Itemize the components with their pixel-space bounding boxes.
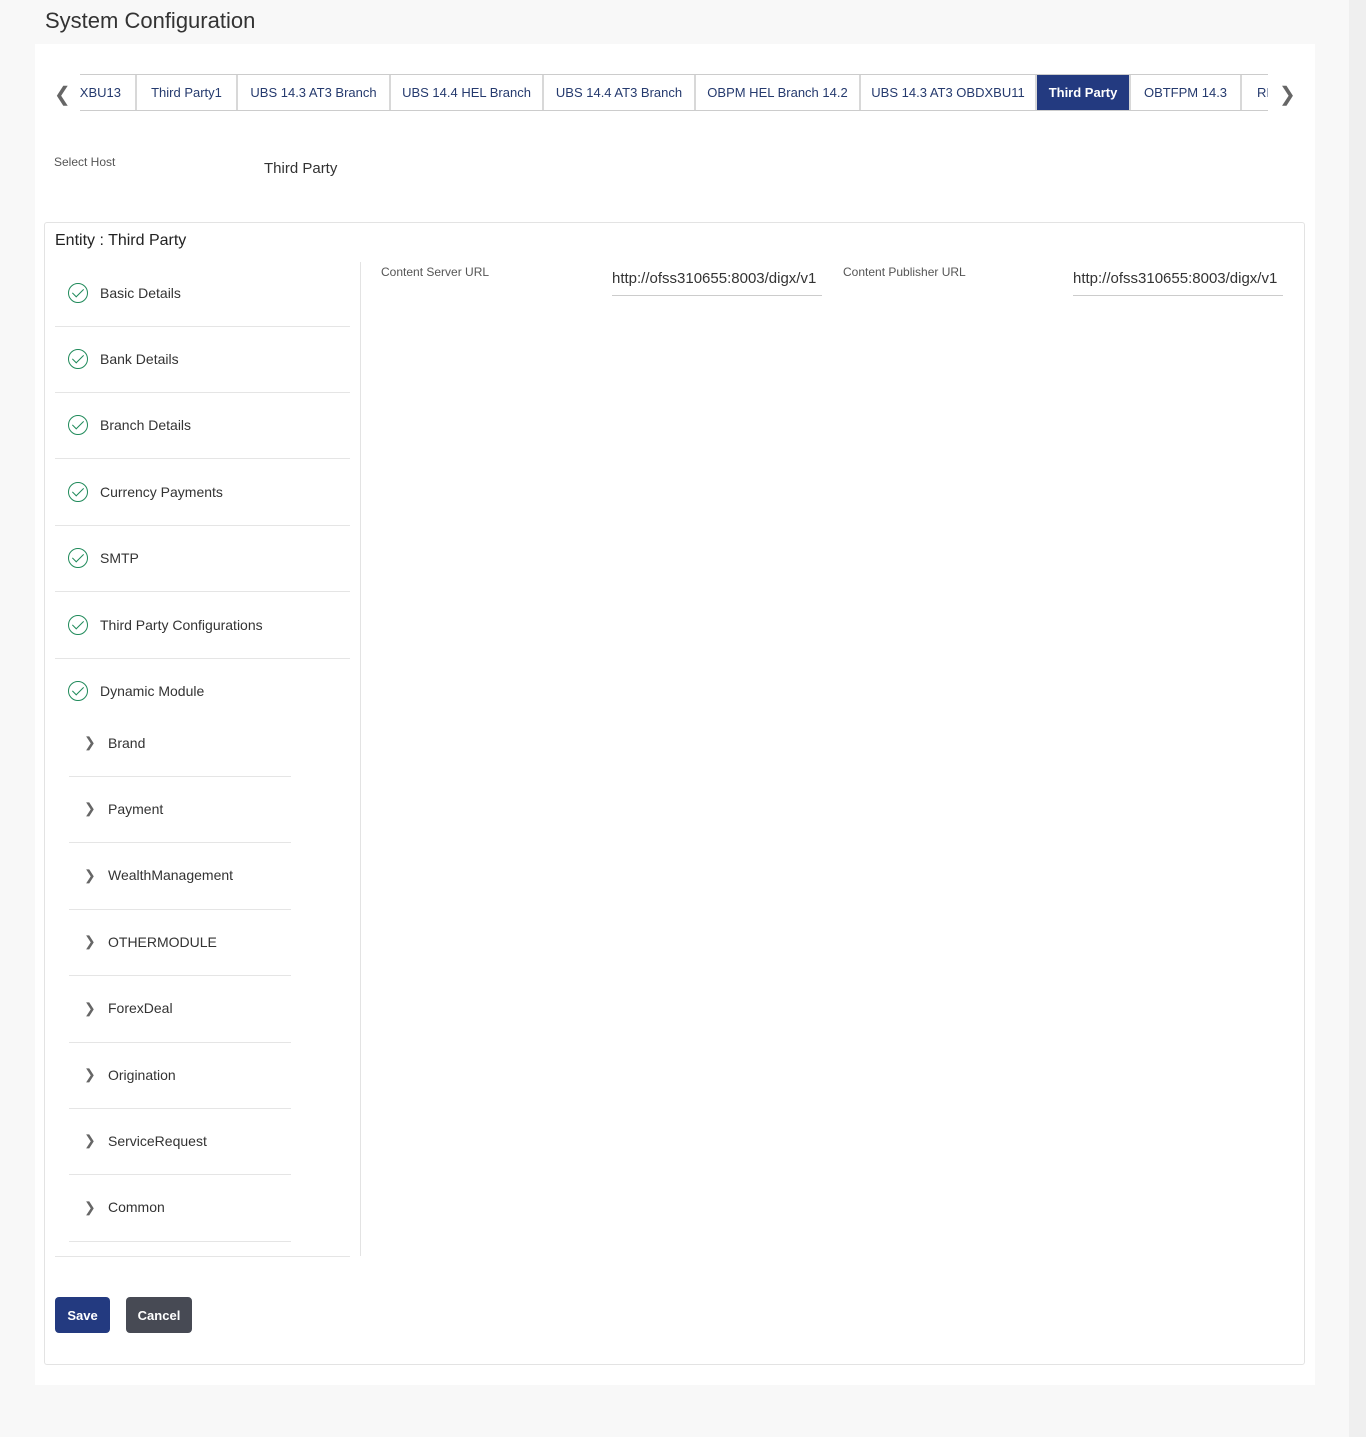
- tab-obpm-hel-branch[interactable]: OBPM HEL Branch 14.2: [696, 75, 861, 110]
- divider: [360, 262, 361, 1256]
- content-publisher-url-label: Content Publisher URL: [843, 265, 966, 279]
- divider: [55, 326, 350, 327]
- step-item[interactable]: Bank Details: [68, 349, 179, 369]
- chevron-right-icon: ❯: [84, 800, 96, 817]
- check-circle-icon: [68, 349, 88, 369]
- check-circle-icon: [68, 548, 88, 568]
- module-item[interactable]: ❯ Brand: [84, 734, 145, 751]
- content-publisher-url-value: http://ofss310655:8003/digx/v1: [1073, 270, 1283, 296]
- chevron-right-icon: ❯: [84, 866, 96, 883]
- entity-title: Entity : Third Party: [55, 232, 187, 249]
- module-item[interactable]: ❯ WealthManagement: [84, 867, 233, 884]
- tab-third-party1[interactable]: Third Party1: [137, 75, 238, 110]
- divider: [69, 1041, 291, 1043]
- step-label: Currency Payments: [100, 484, 223, 500]
- divider: [55, 392, 350, 393]
- step-item[interactable]: SMTP: [68, 548, 139, 568]
- module-item[interactable]: ❯ OTHERMODULE: [84, 933, 217, 950]
- step-item[interactable]: Basic Details: [68, 283, 181, 303]
- chevron-right-icon: ❯: [84, 933, 96, 950]
- divider: [55, 658, 350, 659]
- step-label: Third Party Configurations: [100, 617, 263, 633]
- module-label: WealthManagement: [108, 867, 234, 884]
- module-item[interactable]: ❯ Payment: [84, 800, 163, 817]
- check-circle-icon: [68, 482, 88, 502]
- step-label: Bank Details: [100, 351, 179, 367]
- step-item[interactable]: Dynamic Module: [68, 681, 204, 701]
- check-circle-icon: [68, 415, 88, 435]
- step-label: Branch Details: [100, 417, 192, 433]
- tab-obtfpm-143[interactable]: OBTFPM 14.3: [1131, 75, 1242, 110]
- chevron-right-icon[interactable]: ❯: [1279, 82, 1296, 107]
- tab-obdxbu13-label: OBDXBU13: [80, 85, 121, 100]
- save-button[interactable]: Save: [55, 1297, 110, 1333]
- module-item[interactable]: ❯ ServiceRequest: [84, 1132, 207, 1149]
- content-server-url-label: Content Server URL: [381, 265, 490, 279]
- module-item[interactable]: ❯ Common: [84, 1199, 165, 1216]
- scrollbar-track[interactable]: [1349, 0, 1366, 1437]
- module-item[interactable]: ❯ ForexDeal: [84, 1000, 173, 1017]
- module-label: ServiceRequest: [108, 1132, 207, 1149]
- tab-obdxbu13[interactable]: OBDXBU13: [80, 75, 137, 110]
- step-item[interactable]: Third Party Configurations: [68, 615, 263, 635]
- check-circle-icon: [68, 283, 88, 303]
- chevron-right-icon: ❯: [84, 1066, 96, 1082]
- module-label: Origination: [108, 1066, 176, 1083]
- tab-ubs-144-hel-branch[interactable]: UBS 14.4 HEL Branch: [391, 75, 544, 110]
- tab-ubs-143-at3-branch[interactable]: UBS 14.3 AT3 Branch: [238, 75, 391, 110]
- module-label: Common: [108, 1199, 165, 1216]
- divider: [69, 908, 291, 910]
- chevron-left-icon[interactable]: ❮: [54, 82, 71, 107]
- divider: [55, 525, 350, 526]
- chevron-right-icon: ❯: [84, 734, 96, 750]
- module-label: Payment: [108, 800, 164, 817]
- tab-ubs-144-at3-branch[interactable]: UBS 14.4 AT3 Branch: [544, 75, 696, 110]
- divider: [69, 842, 291, 844]
- page-title: System Configuration: [45, 8, 256, 33]
- check-circle-icon: [68, 615, 88, 635]
- chevron-right-icon: ❯: [84, 1198, 96, 1215]
- tab-ri[interactable]: RI: [1242, 75, 1268, 110]
- module-item[interactable]: ❯ Origination: [84, 1066, 176, 1083]
- step-label: Dynamic Module: [100, 683, 205, 699]
- host-tabs: OBDXBU13Third Party1UBS 14.3 AT3 BranchU…: [80, 74, 1268, 111]
- select-host-label: Select Host: [54, 155, 116, 169]
- check-circle-icon: [68, 681, 88, 701]
- tab-ubs-143-at3-obdxbu11[interactable]: UBS 14.3 AT3 OBDXBU11: [861, 75, 1037, 110]
- module-label: ForexDeal: [108, 1000, 173, 1017]
- cancel-button[interactable]: Cancel: [126, 1297, 192, 1333]
- divider: [69, 975, 291, 977]
- divider: [55, 458, 350, 459]
- chevron-right-icon: ❯: [84, 999, 96, 1016]
- step-label: SMTP: [100, 550, 139, 566]
- divider: [69, 1240, 291, 1242]
- divider: [69, 776, 291, 777]
- select-host-value: Third Party: [264, 160, 338, 177]
- divider: [69, 1108, 291, 1109]
- step-item[interactable]: Currency Payments: [68, 482, 223, 502]
- tab-third-party[interactable]: Third Party: [1037, 75, 1131, 110]
- divider: [55, 591, 350, 592]
- entity-card: [44, 222, 1305, 1365]
- module-label: OTHERMODULE: [108, 933, 217, 950]
- divider: [55, 1256, 350, 1257]
- content-server-url-value: http://ofss310655:8003/digx/v1: [612, 270, 822, 296]
- step-item[interactable]: Branch Details: [68, 415, 191, 435]
- module-label: Brand: [108, 734, 146, 751]
- divider: [69, 1174, 291, 1176]
- step-label: Basic Details: [100, 285, 181, 301]
- chevron-right-icon: ❯: [84, 1132, 96, 1149]
